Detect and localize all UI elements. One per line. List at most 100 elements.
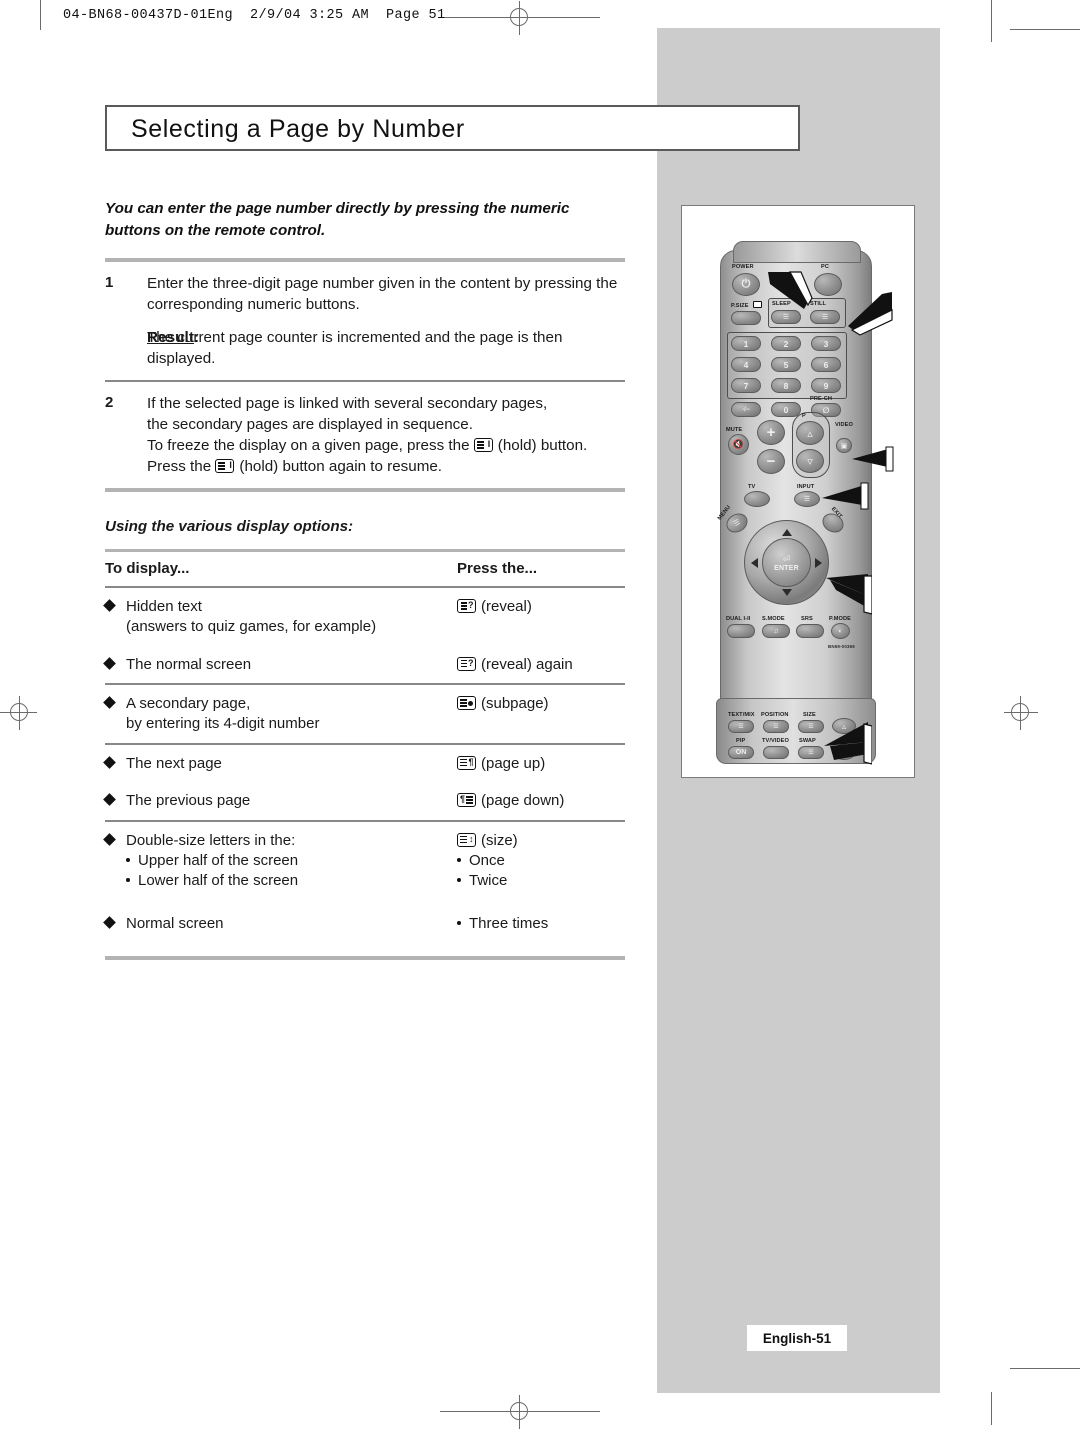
registration-mark-right [1004, 696, 1038, 730]
row-6-sub-left-1-text: Upper half of the screen [138, 851, 299, 869]
step-2-line-4: Press the I (hold) button again to resume… [147, 457, 625, 478]
row-6-sub-left-2: Lower half of the screen [105, 871, 457, 891]
dpad-down-arrow-icon [782, 589, 792, 596]
remote-pc-button [814, 273, 842, 296]
diamond-bullet-icon [103, 656, 116, 670]
crop-line-top-rule [440, 17, 503, 18]
row-7-left-line-1: Normal screen [126, 914, 224, 932]
callout-arrow-size [820, 720, 872, 766]
callout-arrow-still [842, 290, 894, 336]
table-cell-right: ? (reveal) again [457, 655, 625, 675]
step-2-line-3: To freeze the display on a given page, p… [147, 436, 625, 457]
row-3-left-line-2: by entering its 4-digit number [126, 715, 320, 733]
remote-label-size: SIZE [803, 712, 816, 718]
remote-minus-bar-button: -/-- [731, 402, 761, 417]
table-header-press-the: Press the... [457, 559, 538, 577]
remote-smode-button: ♫ [762, 624, 790, 638]
table-cell-right: (subpage) [457, 694, 625, 735]
callout-arrow-sleep [768, 268, 816, 310]
row-1-left-line-1: Hidden text [126, 597, 202, 615]
remote-label-video: VIDEO [835, 422, 853, 428]
row-1-right-text: (reveal) [481, 597, 532, 615]
display-options-subheading: Using the various display options: [105, 517, 354, 535]
dot-bullet-icon [457, 920, 461, 925]
crop-line-bottom-rule-right [537, 1411, 600, 1412]
remote-key-9: 9 [811, 378, 841, 393]
content-column: You can enter the page number directly b… [103, 198, 625, 961]
crop-line-bottom-rule-left [440, 1411, 503, 1412]
result-label-text: Result [147, 329, 195, 346]
reveal-key-icon: ? [457, 656, 476, 671]
remote-label-pmode: P.MODE [829, 616, 851, 622]
divider-below-step2 [105, 487, 625, 492]
diamond-bullet-icon [103, 696, 116, 709]
row-6-sub-right-1-text: Once [469, 851, 505, 869]
registration-mark-bottom [503, 1395, 537, 1429]
table-cell-left: Double-size letters in the: Upper half o… [103, 831, 457, 892]
step-2-body: If the selected page is linked with seve… [147, 394, 625, 478]
row-6-sub-left-2-text: Lower half of the screen [138, 872, 299, 890]
table-row: A secondary page, by entering its 4-digi… [103, 685, 625, 743]
table-cell-left: The normal screen [103, 655, 457, 675]
step-1-number: 1 [105, 274, 114, 292]
remote-textmix-button: ☰ [728, 720, 754, 733]
page-title-box: Selecting a Page by Number [105, 105, 800, 151]
diamond-bullet-icon [103, 755, 116, 769]
remote-label-pc: PC [821, 264, 829, 270]
step-2-line-2: the secondary pages are displayed in seq… [147, 415, 473, 433]
table-header-row: To display... Press the... [105, 552, 625, 586]
dot-bullet-icon [457, 857, 461, 862]
callout-arrow-enter [820, 572, 872, 616]
crop-line-right-vertical-bottom [991, 1392, 992, 1425]
remote-label-swap: SWAP [799, 738, 816, 744]
remote-tvvideo-button [763, 746, 789, 759]
remote-label-enter: ENTER [774, 564, 799, 572]
registration-mark-top [503, 1, 537, 35]
psize-key-icon [753, 301, 762, 308]
page-up-key-icon: ¶ [457, 755, 476, 770]
remote-psize-button [731, 311, 761, 325]
crop-line-right-horizontal-bottom [1010, 1368, 1080, 1369]
remote-label-dual: DUAL I-II [726, 616, 751, 622]
remote-mute-button: 🔇 [728, 434, 749, 455]
remote-pmode-button: ◐ [831, 623, 850, 639]
row-6-sub-right-1: Once [457, 851, 625, 871]
step-2-number: 2 [105, 393, 114, 411]
crop-line-left-mid [0, 712, 4, 713]
remote-label-smode: S.MODE [762, 616, 785, 622]
row-6-right-text: (size) [481, 831, 518, 849]
remote-tv-button [744, 491, 770, 507]
table-cell-right: ? (reveal) [457, 597, 625, 638]
remote-label-p-channel: P [802, 413, 806, 419]
row-3-right-text: (subpage) [481, 694, 549, 712]
table-cell-left: The next page [103, 754, 457, 774]
remote-pip-on-button: ON [728, 746, 754, 759]
remote-label-tv: TV [748, 484, 756, 490]
remote-power-button: ⏻ [732, 273, 760, 296]
dpad-right-arrow-icon [815, 558, 822, 568]
table-cell-right: Three times [457, 914, 625, 934]
table-row: Normal screen Three times [103, 900, 625, 942]
print-file-header: 04-BN68-00437D-01Eng 2/9/04 3:25 AM Page… [63, 8, 446, 23]
remote-key-0: 0 [771, 402, 801, 417]
callout-arrow-input [814, 482, 870, 512]
remote-label-power: POWER [732, 264, 754, 270]
registration-mark-left [3, 696, 37, 730]
diamond-bullet-icon [103, 793, 116, 807]
remote-control-illustration: POWER ⏻ PC P.SIZE SLEEP STILL ☰ ☰ 1 2 3 … [702, 220, 894, 766]
remote-volume-down-button: − [757, 449, 785, 474]
display-options-table: To display... Press the... Hidden text (… [103, 552, 625, 961]
remote-key-7: 7 [731, 378, 761, 393]
table-row: Hidden text (answers to quiz games, for … [103, 588, 625, 646]
remote-key-6: 6 [811, 357, 841, 372]
remote-key-4: 4 [731, 357, 761, 372]
crop-line-left-vertical [40, 0, 41, 30]
page-title: Selecting a Page by Number [131, 115, 465, 143]
remote-volume-up-button: + [757, 420, 785, 445]
step-2: 2 If the selected page is linked with se… [105, 382, 625, 488]
remote-label-pip: PIP [736, 738, 746, 744]
row-1-left-line-2: (answers to quiz games, for example) [126, 618, 377, 636]
row-6-sub-left-1: Upper half of the screen [105, 851, 457, 871]
remote-label-tvvideo: TV/VIDEO [762, 738, 789, 744]
remote-label-input: INPUT [797, 484, 815, 490]
